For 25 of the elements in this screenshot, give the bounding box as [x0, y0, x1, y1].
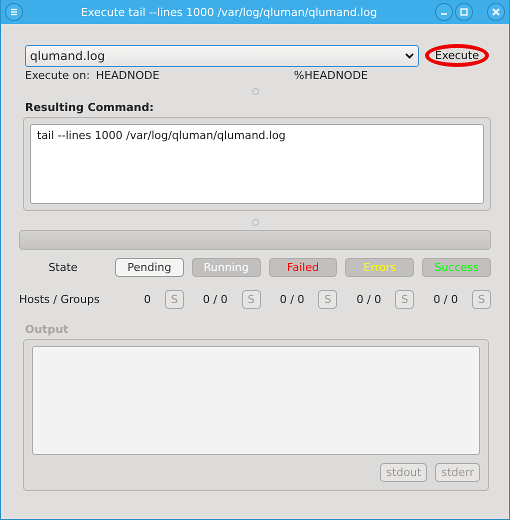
execute-button[interactable]: Execute — [425, 44, 489, 67]
minimize-icon[interactable] — [435, 3, 453, 21]
splitter-handle[interactable] — [252, 88, 258, 95]
state-label: State — [47, 261, 79, 274]
maximize-icon[interactable] — [455, 3, 473, 21]
close-icon[interactable] — [487, 3, 505, 21]
hosts-groups-label: Hosts / Groups — [19, 293, 101, 306]
execute-target: %HEADNODE — [294, 69, 368, 82]
window-title: Execute tail --lines 1000 /var/log/qluman/qlumand.log — [80, 6, 378, 18]
count-text: 0 — [144, 293, 151, 306]
execute-on-label: Execute on: — [25, 69, 90, 82]
execute-on-value: HEADNODE — [96, 69, 160, 82]
output-text-area[interactable] — [32, 346, 480, 455]
command-text: tail --lines 1000 /var/log/qluman/qlumand.log — [30, 124, 484, 204]
section-title: Resulting Command: — [24, 100, 155, 116]
count-text: 0 / 0 — [202, 293, 228, 306]
count-text: 0 / 0 — [356, 293, 382, 306]
state-button[interactable]: Pending — [115, 258, 184, 277]
count-text: 0 / 0 — [280, 293, 304, 306]
count-text: 0 / 0 — [433, 293, 458, 306]
command-dropdown[interactable]: qlumand.log — [25, 44, 419, 66]
caret-icon — [405, 52, 414, 58]
splitter-handle[interactable] — [252, 219, 258, 226]
section-title: Output — [24, 322, 70, 338]
menu-icon[interactable] — [5, 3, 23, 21]
